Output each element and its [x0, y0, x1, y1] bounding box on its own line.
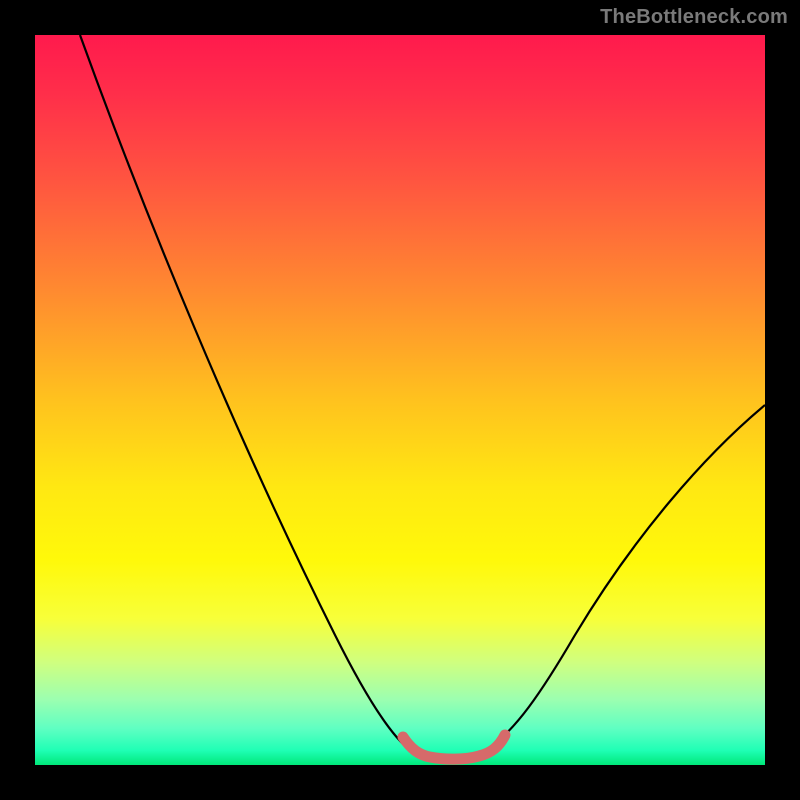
bottleneck-curve — [80, 35, 765, 759]
chart-frame: TheBottleneck.com — [0, 0, 800, 800]
plot-area — [35, 35, 765, 765]
optimal-zone-marker — [403, 735, 505, 759]
curve-layer — [35, 35, 765, 765]
watermark-label: TheBottleneck.com — [600, 6, 788, 29]
